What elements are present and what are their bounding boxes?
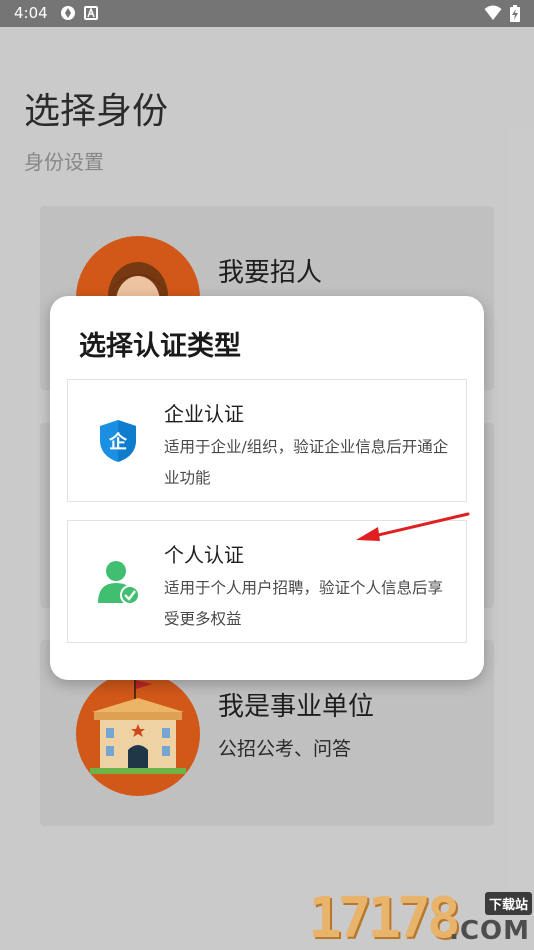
dialog-title: 选择认证类型 (79, 331, 241, 362)
wifi-icon (484, 5, 502, 20)
option-desc-enterprise: 适用于企业/组织，验证企业信息后开通企业功能 (164, 438, 449, 487)
watermark-suffix: .COM (449, 916, 530, 946)
status-right-icons (484, 5, 520, 22)
site-watermark-logo: 17178 下载站 .COM (308, 886, 534, 950)
option-enterprise-verification[interactable]: 企 企业认证 适用于企业/组织，验证企业信息后开通企业功能 (67, 379, 467, 502)
status-bar: 4:04 (0, 0, 534, 27)
status-left-icons (60, 5, 98, 21)
annotation-arrow-icon (356, 512, 470, 541)
battery-charging-icon (510, 5, 520, 22)
a-badge-icon (84, 6, 98, 20)
watermark-badge: 下载站 (484, 892, 532, 915)
person-verified-icon (98, 561, 140, 605)
option-desc-personal: 适用于个人用户招聘，验证个人信息后享受更多权益 (164, 579, 444, 628)
status-time: 4:04 (14, 4, 48, 22)
verification-type-dialog: 选择认证类型 企 企业认证 适用于企业/组织，验证企业信息后开通企业功能 个人认… (50, 296, 484, 680)
option-title-personal: 个人认证 (164, 543, 244, 567)
option-title-enterprise: 企业认证 (164, 402, 244, 426)
sync-icon (61, 6, 75, 20)
shield-glyph: 企 (108, 431, 128, 453)
watermark-digits: 17178 (308, 886, 461, 950)
shield-enterprise-icon: 企 (100, 420, 136, 462)
